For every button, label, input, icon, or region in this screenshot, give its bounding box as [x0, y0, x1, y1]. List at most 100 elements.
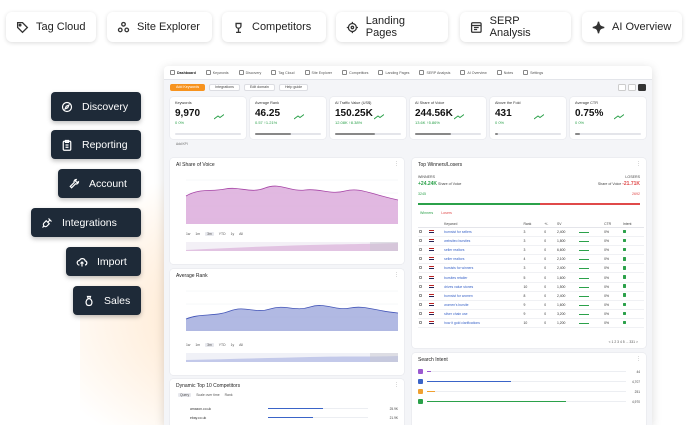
table-row[interactable]: bursites retailer 5 0 1,600 0% [418, 272, 644, 283]
keyword-cell[interactable]: drives value stones [443, 282, 523, 292]
table-pager[interactable]: < 1 2 3 4 5 ... 331 > [609, 340, 638, 344]
table-row[interactable]: women's bursite 9 0 1,600 0% [418, 300, 644, 310]
side-menu-integrations[interactable]: Integrations [31, 208, 141, 237]
add-keywords-button[interactable]: Add Keywords [170, 83, 206, 91]
search-intent-row[interactable]: 44 [418, 369, 640, 374]
range-option[interactable]: 1y [231, 232, 235, 236]
range-option[interactable]: 3m [205, 232, 214, 236]
tab-dashboard[interactable]: Dashboard [170, 70, 196, 75]
keyword-cell[interactable]: silver chain use [443, 309, 523, 319]
keyword-cell[interactable]: websiteo bursties [443, 236, 523, 247]
row-checkbox[interactable] [419, 275, 422, 279]
edit-domain-button[interactable]: Edit domain [243, 83, 275, 91]
competitor-row[interactable]: amazon.co.uk 25.9K [176, 406, 398, 411]
row-checkbox[interactable] [419, 230, 422, 234]
ctr-cell: 0% [603, 309, 622, 319]
range-option[interactable]: 1w [186, 232, 190, 236]
competitors-tab[interactable]: Rank [225, 393, 233, 397]
tab-winners[interactable]: Winners [420, 211, 433, 215]
search-intent-row[interactable]: 4,707 [418, 379, 640, 384]
card-menu-icon[interactable]: ⋮ [636, 161, 641, 167]
row-checkbox[interactable] [419, 320, 422, 324]
tab-settings[interactable]: Settings [523, 70, 543, 75]
tab-competitors[interactable]: Competitors [342, 70, 368, 75]
feature-pill-ai-overview[interactable]: AI Overview [582, 12, 682, 42]
range-option[interactable]: 1w [186, 343, 190, 347]
feature-pill-serp-analysis[interactable]: SERP Analysis [460, 12, 571, 42]
table-row[interactable]: burnsist for sellers 3 0 2,400 0% [418, 227, 644, 238]
feature-pill-site-explorer[interactable]: Site Explorer [107, 12, 212, 42]
help-guide-button[interactable]: Help guide [278, 83, 309, 91]
table-row[interactable]: silver chain use 9 0 3,200 0% [418, 309, 644, 319]
row-checkbox[interactable] [419, 248, 422, 252]
tab-site-explorer[interactable]: Site Explorer [305, 70, 333, 75]
kpi-card[interactable]: Average Rank 46.25 0.57 ↑1.21% [250, 97, 326, 139]
side-menu-sales[interactable]: Sales [73, 286, 141, 315]
feature-pill-landing-pages[interactable]: Landing Pages [336, 12, 448, 42]
feature-pill-tag-cloud[interactable]: Tag Cloud [6, 12, 96, 42]
table-row[interactable]: burnsist for women 8 0 2,400 0% [418, 291, 644, 301]
kpi-card[interactable]: Above the Fold 431 0 0% [490, 97, 566, 139]
kpi-card[interactable]: AI Share of Voice 244.56K 13.6K ↑5.86% [410, 97, 486, 139]
row-checkbox[interactable] [419, 302, 422, 306]
card-menu-icon[interactable]: ⋮ [394, 382, 399, 388]
tab-notes[interactable]: Notes [497, 70, 513, 75]
keyword-cell[interactable]: seller realtors [443, 245, 523, 256]
range-option[interactable]: 1y [231, 343, 235, 347]
keyword-cell[interactable]: women's bursite [443, 300, 523, 310]
kpi-card[interactable]: Average CTR 0.75% 0 0% [570, 97, 646, 139]
range-option[interactable]: 1m [195, 232, 200, 236]
competitors-tab[interactable]: Scale over time [196, 393, 219, 397]
tab-serp-analysis[interactable]: SERP Analysis [419, 70, 450, 75]
range-option[interactable]: All [239, 343, 243, 347]
table-row[interactable]: drives value stones 10 0 1,500 0% [418, 282, 644, 292]
view-toggle-grid[interactable] [628, 83, 636, 91]
rank-navigator-window[interactable] [370, 353, 398, 362]
side-menu-reporting[interactable]: Reporting [51, 130, 141, 159]
tab-tag-cloud[interactable]: Tag Cloud [271, 70, 294, 75]
keyword-cell[interactable]: bursists for winners [443, 263, 523, 274]
table-row[interactable]: seller realtors 4 0 2,100 0% [418, 254, 644, 265]
table-row[interactable]: how it gold clarifications 10 0 1,200 0% [418, 318, 644, 329]
row-checkbox[interactable] [419, 239, 422, 243]
side-menu-import[interactable]: Import [66, 247, 141, 276]
kpi-card[interactable]: AI Traffic Value (US$) 150.25K 12.08K ↑8.3… [330, 97, 406, 139]
keyword-cell[interactable]: bursites retailer [443, 272, 523, 283]
view-toggle-dark[interactable] [638, 83, 646, 91]
range-option[interactable]: YTD [219, 343, 226, 347]
kpi-card[interactable]: Keywords 9,970 0 0% [170, 97, 246, 139]
table-row[interactable]: websiteo bursties 3 0 1,800 0% [418, 236, 644, 247]
card-menu-icon[interactable]: ⋮ [636, 356, 641, 362]
tab-discovery[interactable]: Discovery [239, 70, 262, 75]
tab-losers[interactable]: Losers [441, 211, 452, 215]
sov-navigator-window[interactable] [370, 242, 398, 251]
tab-landing-pages[interactable]: Landing Pages [378, 70, 409, 75]
add-kpi-link[interactable]: Add KPI [176, 142, 188, 146]
competitor-row[interactable]: ebay.co.uk 21.9K [176, 415, 398, 420]
keyword-cell[interactable]: burnsist for women [443, 291, 523, 301]
search-intent-row[interactable]: 251 [418, 389, 640, 394]
table-row[interactable]: seller realtors 3 0 6,600 0% [418, 245, 644, 256]
integrations-button[interactable]: Integrations [209, 83, 240, 91]
side-menu-discovery[interactable]: Discovery [51, 92, 141, 121]
range-option[interactable]: YTD [219, 232, 226, 236]
keyword-cell[interactable]: seller realtors [443, 254, 523, 265]
tab-keywords[interactable]: Keywords [206, 70, 229, 75]
tab-ai-overview[interactable]: AI Overview [460, 70, 486, 75]
keyword-cell[interactable]: how it gold clarifications [443, 318, 523, 329]
range-option[interactable]: 1m [195, 343, 200, 347]
row-checkbox[interactable] [419, 293, 422, 297]
range-option[interactable]: 3m [205, 343, 214, 347]
keyword-cell[interactable]: burnsist for sellers [443, 227, 523, 238]
view-toggle-light[interactable] [618, 83, 626, 91]
row-checkbox[interactable] [419, 257, 422, 261]
row-checkbox[interactable] [419, 266, 422, 270]
row-checkbox[interactable] [419, 284, 422, 288]
row-checkbox[interactable] [419, 311, 422, 315]
range-option[interactable]: All [239, 232, 243, 236]
side-menu-account[interactable]: Account [58, 169, 141, 198]
competitors-tab[interactable]: Query [178, 393, 192, 397]
table-row[interactable]: bursists for winners 3 0 2,400 0% [418, 263, 644, 274]
search-intent-row[interactable]: 4,970 [418, 399, 640, 404]
feature-pill-competitors[interactable]: Competitors [222, 12, 326, 42]
